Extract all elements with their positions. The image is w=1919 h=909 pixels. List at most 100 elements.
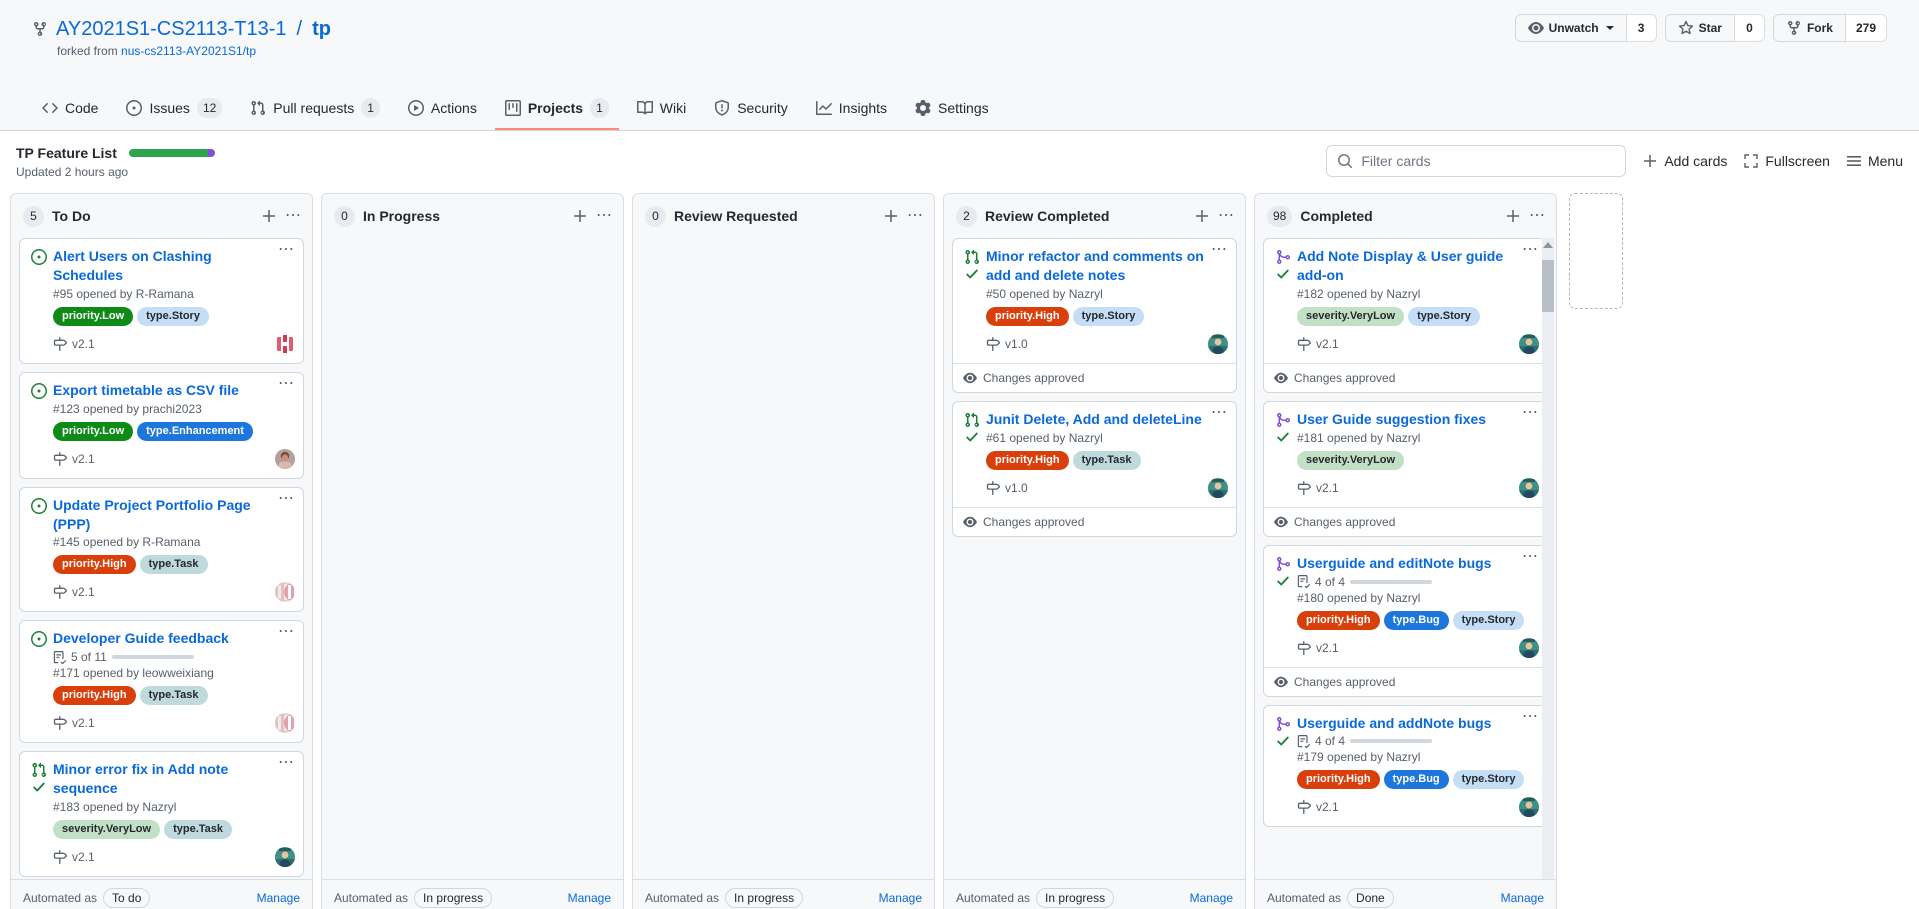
nav-tab-pull-requests[interactable]: Pull requests 1 bbox=[240, 90, 390, 130]
card-milestone[interactable]: v2.1 bbox=[53, 336, 95, 351]
project-card[interactable]: ⋯ Minor refactor and comments on add and … bbox=[952, 238, 1237, 393]
card-title-link[interactable]: Export timetable as CSV file bbox=[53, 381, 295, 400]
issue-label[interactable]: priority.High bbox=[53, 555, 136, 575]
issue-label[interactable]: priority.Low bbox=[53, 421, 134, 441]
avatar[interactable] bbox=[1208, 333, 1228, 354]
manage-automation-link[interactable]: Manage bbox=[1501, 891, 1544, 905]
card-menu-button[interactable]: ⋯ bbox=[1522, 404, 1539, 420]
add-card-to-column-button[interactable] bbox=[261, 208, 277, 224]
star-count[interactable]: 0 bbox=[1734, 14, 1765, 42]
card-menu-button[interactable]: ⋯ bbox=[1522, 242, 1539, 258]
issue-label[interactable]: severity.VeryLow bbox=[1297, 306, 1405, 326]
card-milestone[interactable]: v2.1 bbox=[53, 585, 95, 600]
manage-automation-link[interactable]: Manage bbox=[1190, 891, 1233, 905]
repo-owner-link[interactable]: AY2021S1-CS2113-T13-1 bbox=[56, 18, 287, 41]
issue-label[interactable]: type.Story bbox=[137, 306, 209, 326]
star-button[interactable]: Star bbox=[1664, 14, 1735, 42]
card-menu-button[interactable]: ⋯ bbox=[1211, 404, 1228, 420]
avatar[interactable] bbox=[1519, 637, 1539, 658]
avatar[interactable] bbox=[275, 333, 295, 354]
manage-automation-link[interactable]: Manage bbox=[257, 891, 300, 905]
card-milestone[interactable]: v2.1 bbox=[53, 451, 95, 466]
nav-tab-settings[interactable]: Settings bbox=[905, 90, 999, 130]
avatar[interactable] bbox=[275, 448, 295, 469]
card-milestone[interactable]: v2.1 bbox=[53, 850, 95, 865]
column-menu-button[interactable]: ⋯ bbox=[285, 208, 302, 224]
column-menu-button[interactable]: ⋯ bbox=[907, 208, 924, 224]
menu-button[interactable]: Menu bbox=[1846, 153, 1903, 169]
card-milestone[interactable]: v2.1 bbox=[1297, 640, 1339, 655]
card-title-link[interactable]: Developer Guide feedback bbox=[53, 629, 295, 648]
card-title-link[interactable]: User Guide suggestion fixes bbox=[1297, 410, 1539, 429]
issue-label[interactable]: severity.VeryLow bbox=[53, 820, 161, 840]
project-card[interactable]: ⋯ Add Note Display & User guide add-on #18… bbox=[1263, 238, 1548, 393]
unwatch-button[interactable]: Unwatch bbox=[1514, 14, 1627, 42]
issue-label[interactable]: type.Story bbox=[1072, 306, 1145, 326]
card-menu-button[interactable]: ⋯ bbox=[278, 375, 295, 391]
add-card-to-column-button[interactable] bbox=[1505, 208, 1521, 224]
column-menu-button[interactable]: ⋯ bbox=[1529, 208, 1546, 224]
card-menu-button[interactable]: ⋯ bbox=[278, 624, 295, 640]
project-card[interactable]: ⋯ User Guide suggestion fixes #181 opened … bbox=[1263, 400, 1548, 537]
fork-count[interactable]: 279 bbox=[1845, 14, 1887, 42]
watch-count[interactable]: 3 bbox=[1626, 14, 1657, 42]
card-menu-button[interactable]: ⋯ bbox=[278, 242, 295, 258]
column-menu-button[interactable]: ⋯ bbox=[1218, 208, 1235, 224]
nav-tab-projects[interactable]: Projects 1 bbox=[494, 90, 619, 130]
issue-label[interactable]: type.Bug bbox=[1383, 610, 1449, 630]
manage-automation-link[interactable]: Manage bbox=[879, 891, 922, 905]
column-scrollbar-thumb[interactable] bbox=[1542, 260, 1554, 312]
nav-tab-issues[interactable]: Issues 12 bbox=[116, 90, 232, 130]
card-title-link[interactable]: Userguide and addNote bugs bbox=[1297, 714, 1539, 733]
issue-label[interactable]: priority.High bbox=[1297, 770, 1380, 790]
card-title-link[interactable]: Add Note Display & User guide add-on bbox=[1297, 247, 1539, 285]
issue-label[interactable]: type.Task bbox=[139, 686, 208, 706]
nav-tab-insights[interactable]: Insights bbox=[806, 90, 897, 130]
card-title-link[interactable]: Minor refactor and comments on add and d… bbox=[986, 247, 1228, 285]
nav-tab-actions[interactable]: Actions bbox=[398, 90, 487, 130]
avatar[interactable] bbox=[275, 582, 295, 603]
issue-label[interactable]: type.Task bbox=[1072, 450, 1141, 470]
card-menu-button[interactable]: ⋯ bbox=[278, 755, 295, 771]
add-cards-button[interactable]: Add cards bbox=[1642, 153, 1727, 169]
card-title-link[interactable]: Minor error fix in Add note sequence bbox=[53, 760, 295, 798]
project-card[interactable]: ⋯ Userguide and addNote bugs 4 of 4 #179 op… bbox=[1263, 704, 1548, 828]
forked-from-link[interactable]: nus-cs2113-AY2021S1/tp bbox=[121, 44, 256, 58]
card-milestone[interactable]: v2.1 bbox=[1297, 800, 1339, 815]
scroll-up-arrow-icon[interactable] bbox=[1543, 242, 1553, 248]
issue-label[interactable]: type.Task bbox=[164, 820, 233, 840]
card-title-link[interactable]: Update Project Portfolio Page (PPP) bbox=[53, 496, 295, 534]
issue-label[interactable]: type.Enhancement bbox=[137, 421, 253, 441]
issue-label[interactable]: severity.VeryLow bbox=[1297, 450, 1405, 470]
card-milestone[interactable]: v2.1 bbox=[1297, 480, 1339, 495]
nav-tab-security[interactable]: Security bbox=[704, 90, 798, 130]
add-column-placeholder[interactable] bbox=[1569, 193, 1623, 309]
issue-label[interactable]: type.Story bbox=[1408, 306, 1480, 326]
avatar[interactable] bbox=[275, 847, 295, 868]
nav-tab-code[interactable]: Code bbox=[32, 90, 108, 130]
project-card[interactable]: ⋯ Developer Guide feedback 5 of 11 #171 ope… bbox=[19, 620, 304, 744]
filter-cards-box[interactable] bbox=[1326, 145, 1627, 177]
issue-label[interactable]: type.Story bbox=[1452, 770, 1525, 790]
card-title-link[interactable]: Alert Users on Clashing Schedules bbox=[53, 247, 295, 285]
issue-label[interactable]: type.Bug bbox=[1383, 770, 1449, 790]
avatar[interactable] bbox=[1519, 477, 1539, 498]
issue-label[interactable]: priority.High bbox=[53, 686, 136, 706]
avatar[interactable] bbox=[1208, 477, 1228, 498]
card-milestone[interactable]: v1.0 bbox=[986, 336, 1028, 351]
issue-label[interactable]: priority.High bbox=[986, 450, 1069, 470]
fullscreen-button[interactable]: Fullscreen bbox=[1743, 153, 1830, 169]
project-card[interactable]: ⋯ Export timetable as CSV file #123 opened… bbox=[19, 371, 304, 479]
add-card-to-column-button[interactable] bbox=[883, 208, 899, 224]
search-input[interactable] bbox=[1361, 153, 1616, 169]
card-title-link[interactable]: Userguide and editNote bugs bbox=[1297, 554, 1539, 573]
issue-label[interactable]: priority.High bbox=[1297, 610, 1380, 630]
column-scrollbar-track[interactable] bbox=[1542, 238, 1554, 879]
project-card[interactable]: ⋯ Junit Delete, Add and deleteLine #61 ope… bbox=[952, 400, 1237, 537]
avatar[interactable] bbox=[1519, 797, 1539, 818]
avatar[interactable] bbox=[1519, 333, 1539, 354]
card-menu-button[interactable]: ⋯ bbox=[1522, 708, 1539, 724]
add-card-to-column-button[interactable] bbox=[1194, 208, 1210, 224]
issue-label[interactable]: type.Story bbox=[1452, 610, 1525, 630]
card-milestone[interactable]: v2.1 bbox=[53, 716, 95, 731]
